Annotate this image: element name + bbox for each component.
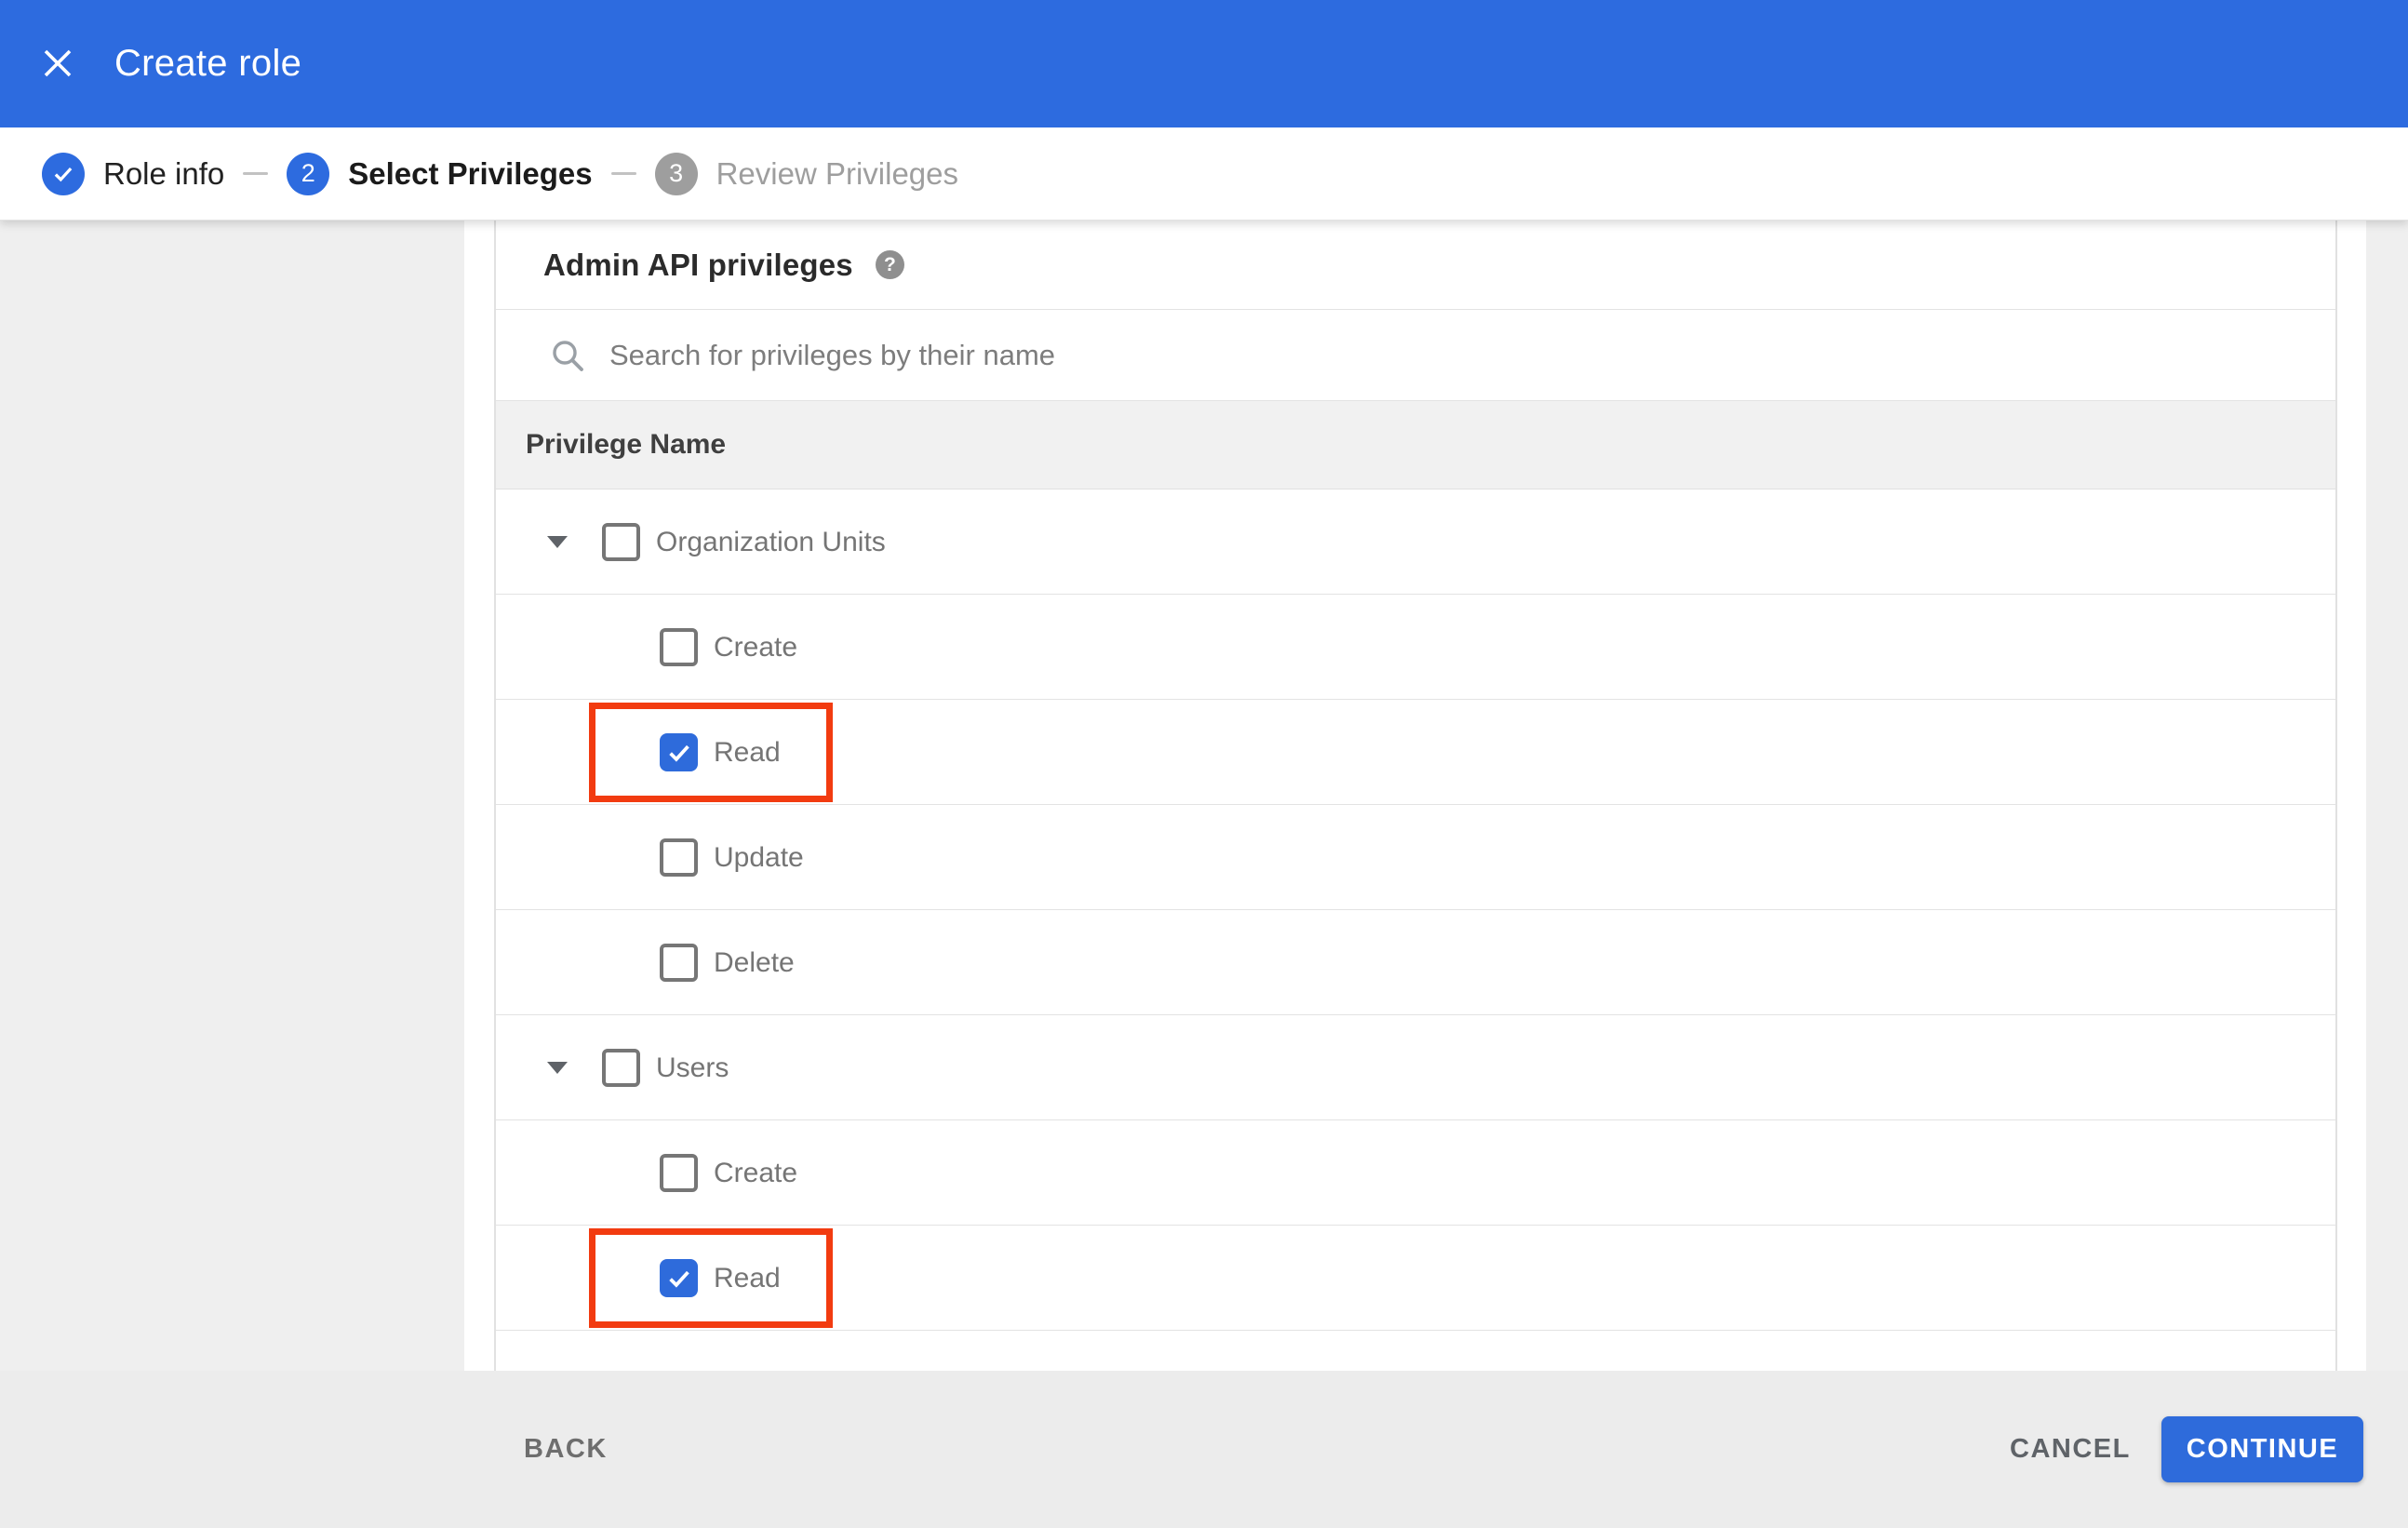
red-annotation-box (589, 703, 833, 802)
stepper: Role info 2 Select Privileges 3 Review P… (0, 127, 2408, 221)
privilege-label: Read (714, 1262, 781, 1293)
step-connector (610, 172, 636, 175)
step-review-privileges[interactable]: 3 Review Privileges (654, 152, 959, 195)
search-icon (553, 340, 583, 371)
privilege-label: Create (714, 631, 798, 663)
privilege-label: Users (656, 1052, 729, 1083)
step-3-label: Review Privileges (716, 155, 959, 191)
privileges-table: Organization Units Create Read Update Delete… (496, 489, 2335, 1331)
cancel-button[interactable]: CANCEL (2010, 1371, 2131, 1528)
checkmark-icon (668, 1270, 689, 1288)
step-2-label: Select Privileges (348, 155, 593, 191)
table-row: Read (496, 1226, 2335, 1331)
back-button[interactable]: BACK (524, 1371, 608, 1528)
appbar: Create role (0, 0, 2408, 127)
table-row: Users (496, 1015, 2335, 1120)
red-annotation-box (589, 1228, 833, 1328)
step-connector (243, 172, 269, 175)
table-row: Organization Units (496, 489, 2335, 595)
step-3-circle: 3 (654, 152, 698, 195)
checkmark-icon (54, 167, 73, 181)
close-button[interactable] (35, 41, 80, 86)
checkbox-create[interactable] (660, 1154, 698, 1192)
step-select-privileges[interactable]: 2 Select Privileges (287, 152, 593, 195)
table-row: Create (496, 595, 2335, 700)
table-row-partial (496, 1331, 2335, 1361)
triangle-down-icon (547, 536, 568, 548)
footer-bar: BACK CANCEL CONTINUE (0, 1371, 2408, 1528)
privilege-label: Delete (714, 946, 795, 978)
checkbox-checked-read[interactable] (660, 1259, 698, 1297)
expand-collapse-button[interactable] (537, 1015, 578, 1120)
checkbox-update[interactable] (660, 838, 698, 877)
checkbox-create[interactable] (660, 628, 698, 666)
checkbox-checked-read[interactable] (660, 733, 698, 771)
table-row: Delete (496, 910, 2335, 1015)
checkmark-icon (668, 744, 689, 762)
step-1-circle (42, 152, 85, 195)
privilege-label: Create (714, 1157, 798, 1188)
step-1-label: Role info (103, 155, 225, 191)
continue-button[interactable]: CONTINUE (2161, 1416, 2363, 1482)
table-row: Update (496, 805, 2335, 910)
checkbox-users[interactable] (602, 1049, 640, 1087)
checkbox-delete[interactable] (660, 944, 698, 982)
triangle-down-icon (547, 1062, 568, 1074)
table-row: Read (496, 700, 2335, 805)
help-icon[interactable]: ? (875, 250, 904, 279)
checkbox-organization-units[interactable] (602, 523, 640, 561)
search-input[interactable] (609, 327, 2335, 383)
step-role-info[interactable]: Role info (42, 152, 225, 195)
search-row (496, 310, 2335, 401)
close-icon (44, 49, 72, 77)
table-row: Create (496, 1120, 2335, 1226)
dialog-title: Create role (114, 43, 302, 84)
privileges-panel: Admin API privileges ? Privilege Name Or… (494, 221, 2337, 1371)
privilege-label: Read (714, 736, 781, 768)
privilege-label: Update (714, 841, 804, 873)
expand-collapse-button[interactable] (537, 489, 578, 595)
privilege-label: Organization Units (656, 526, 886, 557)
privilege-name-column-header: Privilege Name (526, 429, 727, 460)
table-header-row: Privilege Name (496, 401, 2335, 489)
step-2-circle: 2 (287, 152, 330, 195)
panel-title: Admin API privileges (543, 247, 853, 282)
panel-title-row: Admin API privileges ? (496, 221, 2335, 310)
